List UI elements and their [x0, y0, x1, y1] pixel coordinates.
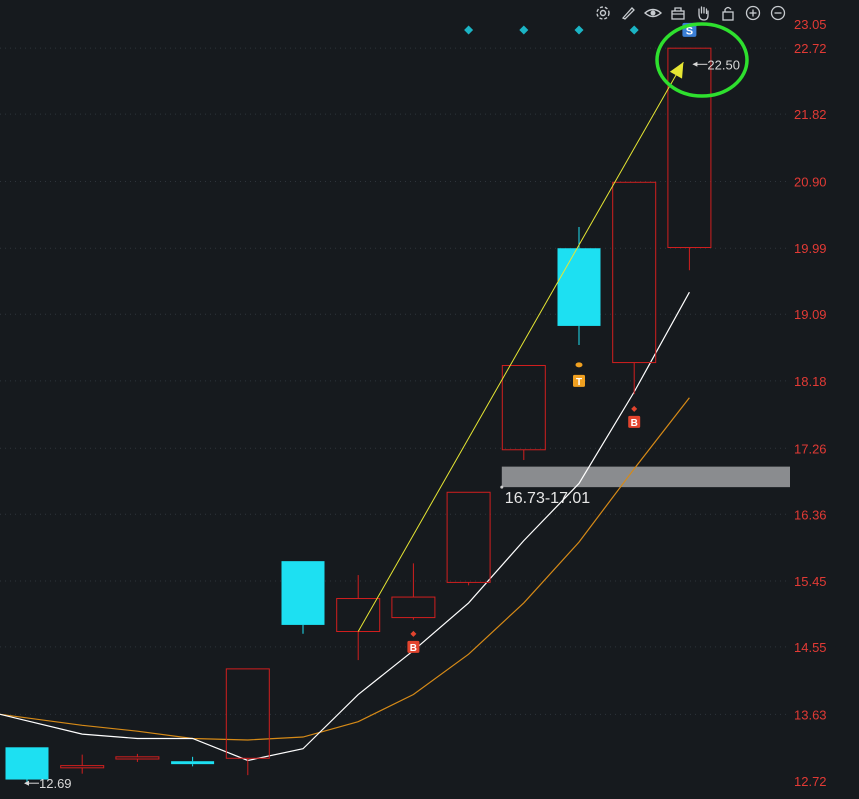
y-tick-label: 22.72 [794, 41, 827, 56]
y-tick-label: 13.63 [794, 707, 827, 722]
signal-diamond [519, 25, 529, 35]
lock-icon[interactable] [717, 3, 738, 23]
trend-line-segment [357, 61, 684, 632]
t-marker-dot [575, 362, 583, 368]
buy-marker-label: B [631, 418, 638, 429]
signal-diamond [574, 25, 584, 35]
candlestick-chart[interactable]: 23.05 22.72 21.82 20.90 19.99 19.09 18.18 17.26… [0, 0, 859, 799]
y-tick-label: 14.55 [794, 640, 827, 655]
candle-body [391, 596, 436, 619]
y-tick-label: 17.26 [794, 441, 827, 456]
price-axis: 23.05 22.72 21.82 20.90 19.99 19.09 18.18 17.26… [794, 17, 827, 789]
candle [171, 756, 215, 767]
y-tick-label: 16.36 [794, 507, 827, 522]
chart-toolbar [592, 3, 788, 23]
candle-body [336, 598, 381, 633]
ma-long-line [0, 397, 690, 741]
candle [446, 491, 491, 586]
candle-body [557, 248, 601, 326]
candle [391, 563, 436, 620]
signal-diamond [629, 25, 639, 35]
candle-body [446, 491, 491, 583]
annotations: 22.5012.69BBTS [24, 22, 749, 791]
y-tick-label: 19.09 [794, 307, 827, 322]
zoom-in-icon[interactable] [742, 3, 763, 23]
candle-body [501, 364, 546, 451]
buy-marker-diamond [410, 630, 417, 637]
candle-body [171, 761, 215, 765]
grid-lines [0, 47, 790, 715]
price-tag-label: 12.69 [39, 776, 72, 791]
candle [225, 668, 270, 776]
ma-short-line [0, 291, 690, 762]
candle-body [60, 765, 105, 769]
candle-body [612, 181, 657, 364]
candle-body [115, 756, 160, 760]
trend-arrow-head [669, 62, 684, 79]
trend-line[interactable] [357, 61, 684, 632]
zone-label: 16.73-17.01 [505, 490, 591, 507]
y-tick-label: 20.90 [794, 175, 827, 190]
candle [612, 181, 657, 395]
basket-icon[interactable] [667, 3, 688, 23]
moving-averages [0, 291, 690, 762]
gear-icon[interactable] [592, 3, 613, 23]
signal-diamond [464, 25, 474, 35]
pencil-icon[interactable] [617, 3, 638, 23]
t-marker-label: T [576, 377, 582, 388]
buy-marker-diamond [631, 405, 638, 412]
candle [336, 575, 381, 661]
candle [667, 47, 712, 271]
zone-anchor-dot [500, 485, 504, 489]
zone-band [501, 466, 790, 488]
y-tick-label: 21.82 [794, 107, 827, 122]
candle [115, 753, 160, 762]
candle [60, 754, 105, 774]
candle [281, 561, 325, 634]
y-tick-label: 18.18 [794, 374, 827, 389]
y-tick-label: 15.45 [794, 574, 827, 589]
candles [5, 47, 712, 783]
zoom-out-icon[interactable] [767, 3, 788, 23]
hand-icon[interactable] [692, 3, 713, 23]
support-zone: 16.73-17.01 [500, 466, 790, 507]
candle-body [225, 668, 270, 759]
buy-marker-label: B [410, 643, 417, 654]
candle [501, 364, 546, 461]
price-tag-arrowhead [692, 61, 698, 67]
eye-icon[interactable] [642, 3, 663, 23]
candle-body [5, 747, 49, 780]
y-tick-label: 12.72 [794, 774, 827, 789]
y-tick-label: 19.99 [794, 241, 827, 256]
y-tick-label: 23.05 [794, 17, 827, 32]
price-tag-label: 22.50 [707, 57, 740, 72]
candle-body [281, 561, 325, 625]
